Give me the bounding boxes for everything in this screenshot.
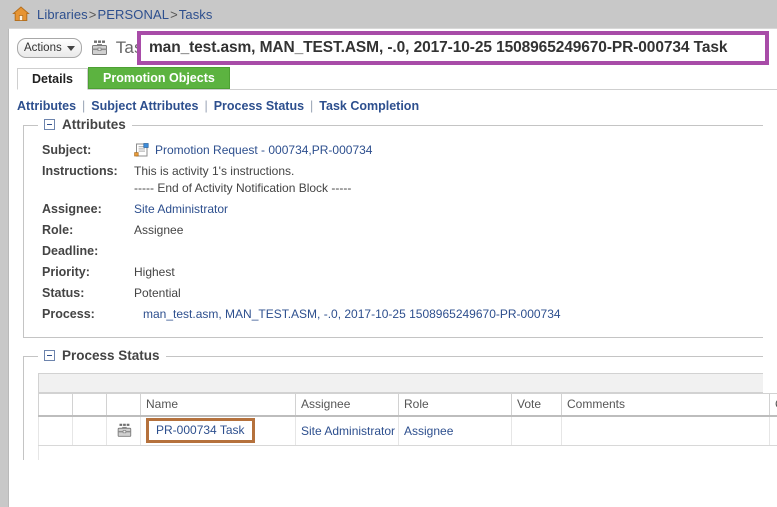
section-links: Attributes | Subject Attributes | Proces…	[17, 99, 777, 113]
attr-label-instructions: Instructions:	[42, 161, 134, 199]
breadcrumb: Libraries>PERSONAL>Tasks	[0, 0, 777, 28]
attributes-section-title: Attributes	[62, 117, 126, 132]
link-divider: |	[82, 99, 85, 113]
cell-assignee: Site Administrator	[296, 416, 399, 446]
breadcrumb-separator: >	[88, 7, 98, 22]
col-header-expand[interactable]	[73, 394, 107, 416]
attributes-grid: Subject: P	[24, 140, 763, 325]
tab-strip: Details Promotion Objects	[17, 67, 777, 90]
col-header-icon[interactable]	[107, 394, 141, 416]
tab-promotion-objects[interactable]: Promotion Objects	[88, 67, 230, 89]
cell-comments	[562, 416, 770, 446]
table-toolbar	[38, 373, 763, 393]
col-header-name[interactable]: Name	[141, 394, 296, 416]
attr-value-role: Assignee	[134, 220, 763, 241]
attr-value-deadline	[134, 241, 763, 262]
section-link-attributes[interactable]: Attributes	[17, 99, 76, 113]
attributes-section-legend: Attributes	[38, 117, 132, 132]
tab-details[interactable]: Details	[17, 68, 88, 90]
collapse-minus-icon[interactable]	[44, 119, 55, 130]
col-header-role[interactable]: Role	[399, 394, 512, 416]
cell-role: Assignee	[399, 416, 512, 446]
instructions-line-2: ----- End of Activity Notification Block…	[134, 180, 763, 197]
task-briefcase-icon	[112, 422, 135, 439]
link-divider: |	[310, 99, 313, 113]
breadcrumb-separator: >	[169, 7, 179, 22]
actions-button-label: Actions	[24, 42, 62, 54]
breadcrumb-item-personal[interactable]: PERSONAL	[97, 7, 169, 22]
section-link-process-status[interactable]: Process Status	[214, 99, 304, 113]
actions-button[interactable]: Actions	[17, 38, 82, 58]
cell-select[interactable]	[39, 416, 73, 446]
table-footer	[38, 446, 763, 460]
attr-label-process: Process:	[42, 304, 134, 325]
breadcrumb-item-libraries[interactable]: Libraries	[37, 7, 88, 22]
process-status-legend: Process Status	[38, 348, 166, 363]
page-title: man_test.asm, MAN_TEST.ASM, -.0, 2017-10…	[149, 39, 727, 57]
attr-label-subject: Subject:	[42, 140, 134, 161]
link-divider: |	[204, 99, 207, 113]
col-header-comments[interactable]: Comments	[562, 394, 770, 416]
section-link-task-completion[interactable]: Task Completion	[319, 99, 419, 113]
table-row[interactable]: PR-000734 Task Site Administrator Assign…	[39, 416, 777, 446]
attr-link-subject[interactable]: Promotion Request - 000734,PR-000734	[155, 142, 372, 159]
cell-vote	[512, 416, 562, 446]
process-status-table: Name Assignee Role Vote Comments Com	[38, 393, 777, 446]
col-header-select[interactable]	[39, 394, 73, 416]
attr-value-priority: Highest	[134, 262, 763, 283]
attr-value-process[interactable]: man_test.asm, MAN_TEST.ASM, -.0, 2017-10…	[134, 304, 763, 325]
cell-com	[770, 416, 777, 446]
breadcrumb-item-tasks[interactable]: Tasks	[179, 7, 213, 22]
content-panel: Actions Task - man_test.asm, MAN_TEST.AS…	[8, 28, 777, 507]
process-status-section: Process Status Name	[23, 356, 763, 460]
title-row: Actions Task - man_test.asm, MAN_TEST.AS…	[9, 29, 777, 67]
page-title-highlight: man_test.asm, MAN_TEST.ASM, -.0, 2017-10…	[137, 31, 769, 65]
section-link-subject-attributes[interactable]: Subject Attributes	[91, 99, 198, 113]
breadcrumb-links: Libraries>PERSONAL>Tasks	[37, 7, 213, 22]
promotion-request-icon	[134, 143, 150, 158]
col-header-com[interactable]: Com	[770, 394, 777, 416]
collapse-minus-icon[interactable]	[44, 350, 55, 361]
tab-details-label: Details	[32, 72, 73, 86]
process-status-table-wrap: Name Assignee Role Vote Comments Com	[24, 373, 763, 460]
attr-value-assignee[interactable]: Site Administrator	[134, 199, 763, 220]
cell-icon	[107, 416, 141, 446]
chevron-down-icon	[67, 46, 75, 51]
attr-value-instructions: This is activity 1's instructions. -----…	[134, 161, 763, 199]
attr-value-subject: Promotion Request - 000734,PR-000734	[134, 140, 763, 161]
table-header-row: Name Assignee Role Vote Comments Com	[39, 394, 777, 416]
col-header-assignee[interactable]: Assignee	[296, 394, 399, 416]
instructions-line-1: This is activity 1's instructions.	[134, 163, 763, 180]
task-name-link[interactable]: PR-000734 Task	[146, 418, 255, 443]
attr-value-status: Potential	[134, 283, 763, 304]
tab-promotion-objects-label: Promotion Objects	[103, 71, 215, 85]
attr-label-status: Status:	[42, 283, 134, 304]
attr-label-deadline: Deadline:	[42, 241, 134, 262]
process-status-title: Process Status	[62, 348, 160, 363]
col-header-vote[interactable]: Vote	[512, 394, 562, 416]
home-icon[interactable]	[12, 6, 30, 22]
attr-label-assignee: Assignee:	[42, 199, 134, 220]
attr-label-priority: Priority:	[42, 262, 134, 283]
cell-name[interactable]: PR-000734 Task	[141, 416, 296, 446]
task-briefcase-icon	[89, 39, 109, 57]
attr-label-role: Role:	[42, 220, 134, 241]
task-details-page: Libraries>PERSONAL>Tasks Actions	[0, 0, 777, 507]
cell-expand[interactable]	[73, 416, 107, 446]
attributes-section: Attributes Subject:	[23, 125, 763, 338]
